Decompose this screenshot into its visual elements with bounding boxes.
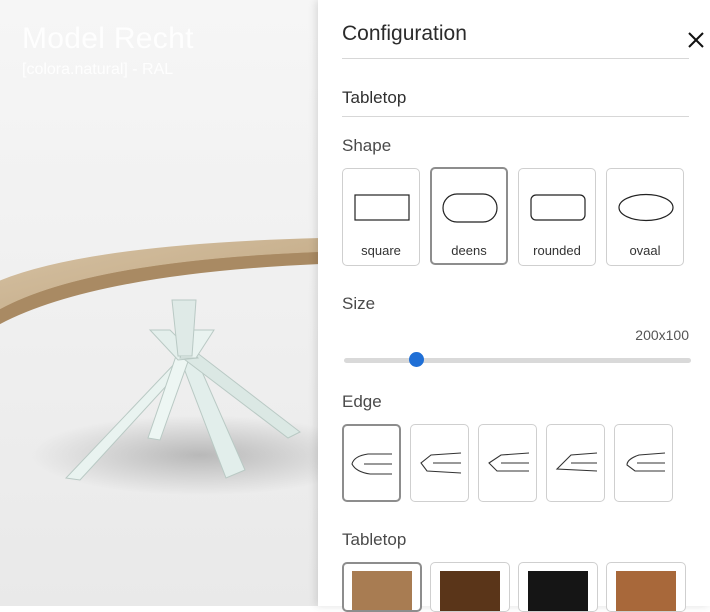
edge-option-1[interactable] [342,424,401,502]
tabletop-heading: Tabletop [342,88,407,107]
panel-title: Configuration [342,22,467,45]
tabletop-material-label: Tabletop [342,530,407,549]
product-preview[interactable]: Model Recht [colora.natural] - RAL [0,0,320,606]
table-render [0,238,320,495]
edge-option-3[interactable] [478,424,537,502]
shape-option-label: deens [451,243,487,258]
tabletop-swatch-oak[interactable] [342,562,422,612]
ellipse-shape-icon [618,193,674,222]
shape-label: Shape [342,136,392,155]
size-slider-thumb[interactable] [409,352,425,367]
edge-profile-3-icon [488,452,530,472]
shape-option-deens[interactable]: deens [430,167,508,265]
shape-option-rounded[interactable]: rounded [518,168,596,266]
tabletop-swatch-walnut[interactable] [430,562,510,612]
shape-option-ovaal[interactable]: ovaal [606,168,684,266]
edge-profile-1-icon [351,453,392,475]
close-icon [688,32,704,48]
close-button[interactable] [686,30,706,50]
edge-label: Edge [342,392,382,411]
shape-option-square[interactable]: square [342,168,420,266]
edge-profile-4-icon [555,452,598,472]
configuration-panel: Configuration Tabletop Shape square deen… [318,0,710,612]
shape-option-label: rounded [533,243,581,258]
shape-option-label: square [361,243,401,258]
tabletop-swatch-cognac[interactable] [606,562,686,612]
rounded-rectangle-shape-icon [530,194,586,221]
edge-profile-2-icon [420,452,462,474]
edge-option-2[interactable] [410,424,469,502]
size-label: Size [342,294,376,313]
edge-option-4[interactable] [546,424,605,502]
rectangle-shape-icon [354,194,410,221]
edge-option-5[interactable] [614,424,673,502]
rounded-oval-shape-icon [442,193,498,223]
shape-option-label: ovaal [629,243,661,258]
title-divider [342,58,689,59]
edge-profile-5-icon [626,452,666,472]
tabletop-swatch-black[interactable] [518,562,598,612]
size-value: 200x100 [635,327,689,343]
tabletop-divider [342,116,689,117]
size-slider-track[interactable] [344,358,691,363]
